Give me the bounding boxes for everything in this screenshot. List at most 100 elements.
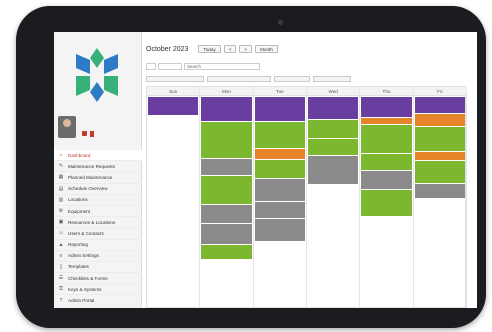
calendar-event[interactable] <box>308 120 359 138</box>
calendar-toolbar: October 2023 Today < > Month <box>146 44 281 54</box>
calendar-event[interactable] <box>361 118 412 124</box>
filter-checkbox-2[interactable] <box>207 75 271 82</box>
people-icon: ☺ <box>58 230 64 237</box>
sidebar-item-label: Maintenance Requests <box>68 163 115 169</box>
today-button[interactable]: Today <box>198 45 221 53</box>
day-column: Thu <box>360 87 414 308</box>
day-column: Mon <box>200 87 254 308</box>
company-logo <box>76 48 118 102</box>
doc-icon: ▯ <box>59 263 63 270</box>
calendar-event[interactable] <box>254 160 305 178</box>
day-column: Sun <box>147 87 201 308</box>
help-icon: ? <box>59 297 63 304</box>
calendar-event[interactable] <box>308 139 359 155</box>
sidebar-item-label: Equipment <box>68 208 90 214</box>
calendar-event[interactable] <box>361 190 412 216</box>
sidebar-item-7[interactable]: ☺ Users & Contacts <box>54 228 142 240</box>
day-header: Thu <box>360 87 413 96</box>
sidebar-item-label: Templates <box>68 264 89 270</box>
calendar-event[interactable] <box>414 161 465 183</box>
tablet-frame: ⌂ Dashboard ✎ Maintenance Requests ▦ Planned … <box>16 6 486 328</box>
calendar-event[interactable] <box>148 97 199 115</box>
search-input[interactable]: Search <box>184 62 260 70</box>
calendar-panel: October 2023 Today < > Month Search Sun M… <box>142 32 477 308</box>
calendar-event[interactable] <box>414 127 465 151</box>
sidebar-item-label: Schedule Overview <box>68 186 108 192</box>
day-header: Sun <box>147 87 200 96</box>
day-events <box>147 97 199 115</box>
sidebar-item-1[interactable]: ✎ Maintenance Requests <box>54 161 142 173</box>
calendar-event[interactable] <box>308 156 359 184</box>
sidebar-nav: ⌂ Dashboard ✎ Maintenance Requests ▦ Planned … <box>54 150 142 308</box>
calendar-event[interactable] <box>361 97 412 117</box>
calendar-event[interactable] <box>201 224 252 244</box>
filter-input-1[interactable] <box>146 62 156 70</box>
user-badge[interactable] <box>90 131 94 137</box>
key-icon: ⚿ <box>59 286 63 293</box>
sidebar-item-5[interactable]: ⚙ Equipment <box>54 206 142 218</box>
calendar-event[interactable] <box>414 184 465 198</box>
user-panel[interactable] <box>58 114 138 142</box>
calendar-grid: Sun Mon Tue Wed Thu Fri <box>146 86 467 308</box>
sidebar-item-label: Admin Portal <box>68 298 95 304</box>
calendar-event[interactable] <box>254 122 305 148</box>
calendar-event[interactable] <box>308 97 359 119</box>
filter-checkbox-3[interactable] <box>274 75 310 82</box>
day-events <box>307 97 359 184</box>
calendar-event[interactable] <box>254 97 305 121</box>
sidebar-item-12[interactable]: ⚿ Keys & Systems <box>54 284 142 296</box>
calendar-event[interactable] <box>201 245 252 259</box>
gear-icon: ⚙ <box>58 208 64 215</box>
prev-button[interactable]: < <box>223 45 237 53</box>
sliders-icon: ≡ <box>59 252 63 259</box>
calendar-event[interactable] <box>254 219 305 241</box>
day-header: Wed <box>307 87 360 96</box>
filter-input-2[interactable] <box>158 62 182 70</box>
calendar-event[interactable] <box>361 125 412 153</box>
calendar-event[interactable] <box>361 171 412 189</box>
calendar-event[interactable] <box>254 149 305 159</box>
filter-checkbox-1[interactable] <box>146 75 204 82</box>
app-screen: ⌂ Dashboard ✎ Maintenance Requests ▦ Planned … <box>54 32 477 308</box>
sidebar-item-label: Checklists & Forms <box>68 275 108 281</box>
calendar-event[interactable] <box>414 114 465 126</box>
sidebar-item-label: Locations <box>68 197 88 203</box>
sidebar-item-4[interactable]: ▥ Locations <box>54 195 142 206</box>
sidebar-item-label: Users & Contacts <box>68 230 104 236</box>
filter-checkbox-4[interactable] <box>313 75 351 82</box>
day-header: Fri <box>413 87 466 96</box>
day-header: Mon <box>200 87 253 96</box>
calendar-event[interactable] <box>414 152 465 160</box>
box-icon: ▣ <box>58 219 64 226</box>
sidebar-item-8[interactable]: ▲ Reporting <box>54 240 142 251</box>
calendar-event[interactable] <box>201 159 252 175</box>
calendar-event[interactable] <box>414 97 465 113</box>
day-events <box>414 97 466 198</box>
calendar-event[interactable] <box>201 122 252 158</box>
sidebar-item-6[interactable]: ▣ Resources & Locations <box>54 217 142 229</box>
calendar-icon: ▦ <box>58 174 64 181</box>
next-button[interactable]: > <box>239 45 253 53</box>
home-icon: ⌂ <box>59 152 63 159</box>
calendar-event[interactable] <box>201 205 252 223</box>
day-events <box>200 97 252 259</box>
calendar-event[interactable] <box>201 97 252 121</box>
month-view-button[interactable]: Month <box>255 45 278 53</box>
calendar-event[interactable] <box>254 202 305 218</box>
calendar-event[interactable] <box>361 154 412 170</box>
sidebar-item-label: Resources & Locations <box>68 219 116 225</box>
sidebar-item-11[interactable]: ☰ Checklists & Forms <box>54 273 142 285</box>
sidebar-item-3[interactable]: ▤ Schedule Overview <box>54 184 142 195</box>
sidebar-item-2[interactable]: ▦ Planned Maintenance <box>54 172 142 184</box>
calendar-event[interactable] <box>254 179 305 201</box>
sidebar-item-10[interactable]: ▯ Templates <box>54 262 142 274</box>
sidebar-item-label: Reporting <box>68 242 88 248</box>
camera-icon <box>278 20 283 25</box>
sidebar-item-14[interactable]: i <box>54 307 142 308</box>
building-icon: ▥ <box>58 196 64 203</box>
sidebar-item-13[interactable]: ? Admin Portal <box>54 295 142 307</box>
calendar-event[interactable] <box>201 176 252 204</box>
month-title: October 2023 <box>146 45 189 53</box>
sidebar-item-9[interactable]: ≡ Admin Settings <box>54 251 142 262</box>
sidebar-item-0[interactable]: ⌂ Dashboard <box>54 150 142 162</box>
